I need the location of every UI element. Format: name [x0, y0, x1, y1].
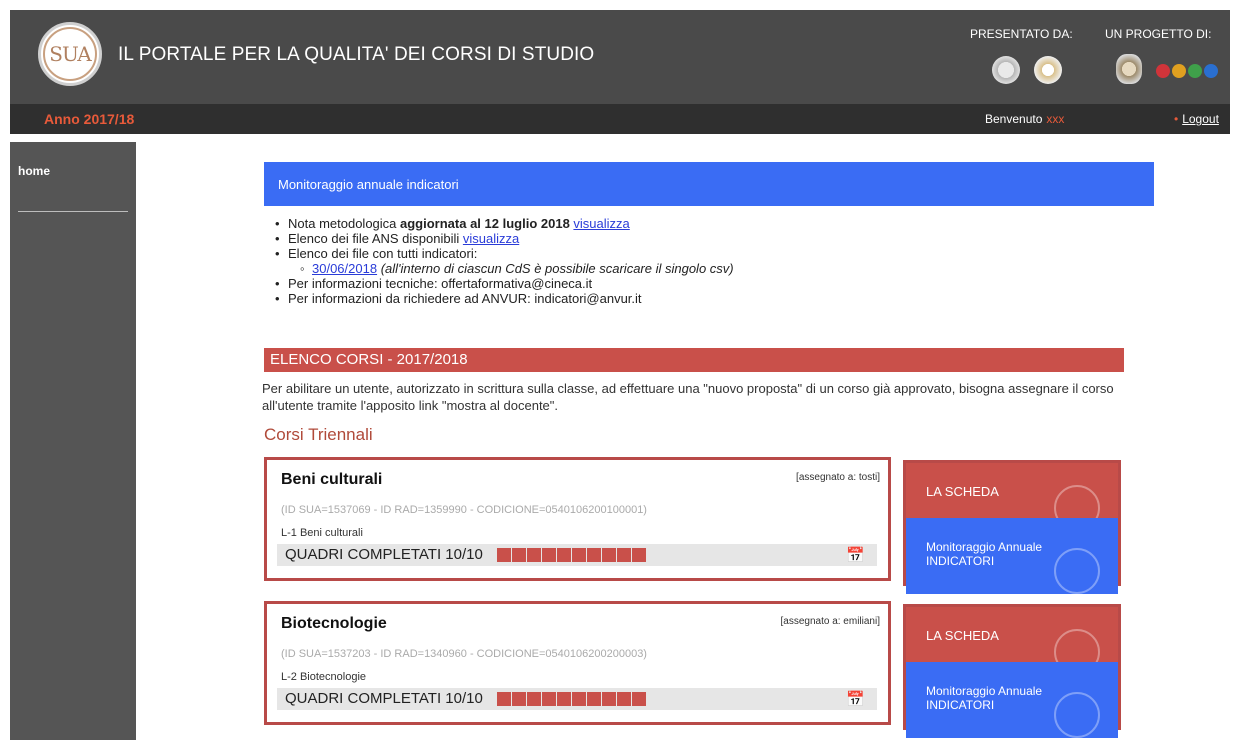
progress-segment: [512, 548, 526, 562]
progress-segment: [602, 692, 616, 706]
status-label: QUADRI COMPLETATI 10/10: [285, 690, 483, 707]
progress-segment: [542, 548, 556, 562]
progress-segment: [527, 692, 541, 706]
course-ids: (ID SUA=1537203 - ID RAD=1340960 - CODIC…: [281, 648, 647, 660]
list-item: Per informazioni tecniche: offertaformat…: [272, 276, 1132, 291]
progress-segment: [572, 548, 586, 562]
note-bold: aggiornata al 12 luglio 2018: [400, 216, 570, 231]
progress-bar: [497, 692, 646, 706]
course-card: Biotecnologie [assegnato a: emiliani] (I…: [264, 601, 891, 725]
username: xxx: [1046, 112, 1065, 126]
course-name: Beni culturali: [281, 471, 383, 488]
progress-bar: [497, 548, 646, 562]
progress-segment: [557, 692, 571, 706]
portal-title: IL PORTALE PER LA QUALITA' DEI CORSI DI …: [118, 44, 595, 65]
presented-by-label: PRESENTATO DA:: [970, 27, 1073, 41]
welcome-label: Benvenuto: [985, 112, 1043, 126]
note-text: Per informazioni da richiedere ad ANVUR:…: [288, 291, 642, 306]
sua-logo-text: SUA: [43, 27, 97, 81]
monitoraggio-button[interactable]: Monitoraggio Annuale INDICATORI: [906, 662, 1118, 738]
courses-header: ELENCO CORSI - 2017/2018: [264, 348, 1124, 372]
cineca-logo: [1034, 56, 1062, 84]
progress-segment: [587, 692, 601, 706]
ans-visualizza-link[interactable]: visualizza: [463, 231, 519, 246]
courses-intro: Per abilitare un utente, autorizzato in …: [262, 381, 1114, 413]
status-bar: QUADRI COMPLETATI 10/10 📅: [277, 688, 877, 710]
anvur-logo: [1156, 61, 1224, 81]
watermark-icon: [1054, 629, 1100, 662]
progress-segment: [497, 692, 511, 706]
monitor-notes: Nota metodologica aggiornata al 12 lugli…: [272, 216, 1132, 306]
section-title: Corsi Triennali: [264, 425, 373, 444]
list-item: Nota metodologica aggiornata al 12 lugli…: [272, 216, 1132, 231]
list-item: Per informazioni da richiedere ad ANVUR:…: [272, 291, 1132, 306]
status-bar: QUADRI COMPLETATI 10/10 📅: [277, 544, 877, 566]
note-text: Per informazioni tecniche: offertaformat…: [288, 276, 593, 291]
watermark-icon: [1054, 485, 1100, 518]
monitoraggio-button[interactable]: Monitoraggio Annuale INDICATORI: [906, 518, 1118, 594]
progress-segment: [497, 548, 511, 562]
sidebar-item-home[interactable]: home: [18, 164, 50, 178]
miur-logo: [992, 56, 1020, 84]
logout-link[interactable]: Logout: [1182, 112, 1219, 126]
project-of-label: UN PROGETTO DI:: [1105, 27, 1212, 41]
academic-year: Anno 2017/18: [44, 111, 135, 127]
list-item: Elenco dei file ANS disponibili visualiz…: [272, 231, 1132, 246]
la-scheda-button[interactable]: LA SCHEDA: [906, 463, 1118, 518]
nota-visualizza-link[interactable]: visualizza: [573, 216, 629, 231]
welcome-text: Benvenuto xxx: [985, 112, 1064, 126]
la-scheda-label: LA SCHEDA: [926, 628, 999, 643]
progress-segment: [617, 548, 631, 562]
course-class: L-2 Biotecnologie: [281, 671, 367, 683]
sub-header: Anno 2017/18 Benvenuto xxx • Logout: [10, 104, 1230, 134]
date-file-link[interactable]: 30/06/2018: [312, 261, 377, 276]
course-actions: LA SCHEDA Monitoraggio Annuale INDICATOR…: [903, 604, 1121, 738]
note-italic: (all'interno di ciascun CdS è possibile …: [380, 261, 734, 276]
progress-segment: [527, 548, 541, 562]
sidebar: home: [10, 142, 136, 740]
note-text: Elenco dei file con tutti indicatori:: [288, 246, 478, 261]
list-item: Elenco dei file con tutti indicatori:: [272, 246, 1132, 261]
list-item: 30/06/2018 (all'interno di ciascun CdS è…: [272, 261, 1132, 276]
la-scheda-button[interactable]: LA SCHEDA: [906, 607, 1118, 662]
sidebar-divider: [18, 211, 128, 212]
course-class: L-1 Beni culturali: [281, 527, 363, 539]
progress-segment: [632, 692, 646, 706]
la-scheda-label: LA SCHEDA: [926, 484, 999, 499]
progress-segment: [512, 692, 526, 706]
course-name: Biotecnologie: [281, 615, 387, 632]
watermark-icon: [1054, 548, 1100, 594]
note-text: Elenco dei file ANS disponibili: [288, 231, 463, 246]
progress-segment: [542, 692, 556, 706]
bullet-icon: •: [1174, 112, 1179, 126]
logout-link-container[interactable]: • Logout: [1174, 112, 1219, 126]
progress-segment: [617, 692, 631, 706]
assigned-to: [assegnato a: tosti]: [796, 472, 880, 483]
progress-segment: [572, 692, 586, 706]
progress-segment: [557, 548, 571, 562]
course-ids: (ID SUA=1537069 - ID RAD=1359990 - CODIC…: [281, 504, 647, 516]
ministry-emblem: [1116, 54, 1142, 84]
assigned-to: [assegnato a: emiliani]: [780, 616, 880, 627]
note-text: Nota metodologica: [288, 216, 401, 231]
course-card: Beni culturali [assegnato a: tosti] (ID …: [264, 457, 891, 581]
calendar-icon[interactable]: 📅: [846, 690, 865, 708]
progress-segment: [602, 548, 616, 562]
course-actions: LA SCHEDA Monitoraggio Annuale INDICATOR…: [903, 460, 1121, 594]
status-label: QUADRI COMPLETATI 10/10: [285, 546, 483, 563]
progress-segment: [632, 548, 646, 562]
top-header: SUA IL PORTALE PER LA QUALITA' DEI CORSI…: [10, 10, 1230, 104]
monitor-header: Monitoraggio annuale indicatori: [264, 162, 1154, 206]
sua-logo[interactable]: SUA: [38, 22, 102, 86]
calendar-icon[interactable]: 📅: [846, 546, 865, 564]
watermark-icon: [1054, 692, 1100, 738]
progress-segment: [587, 548, 601, 562]
